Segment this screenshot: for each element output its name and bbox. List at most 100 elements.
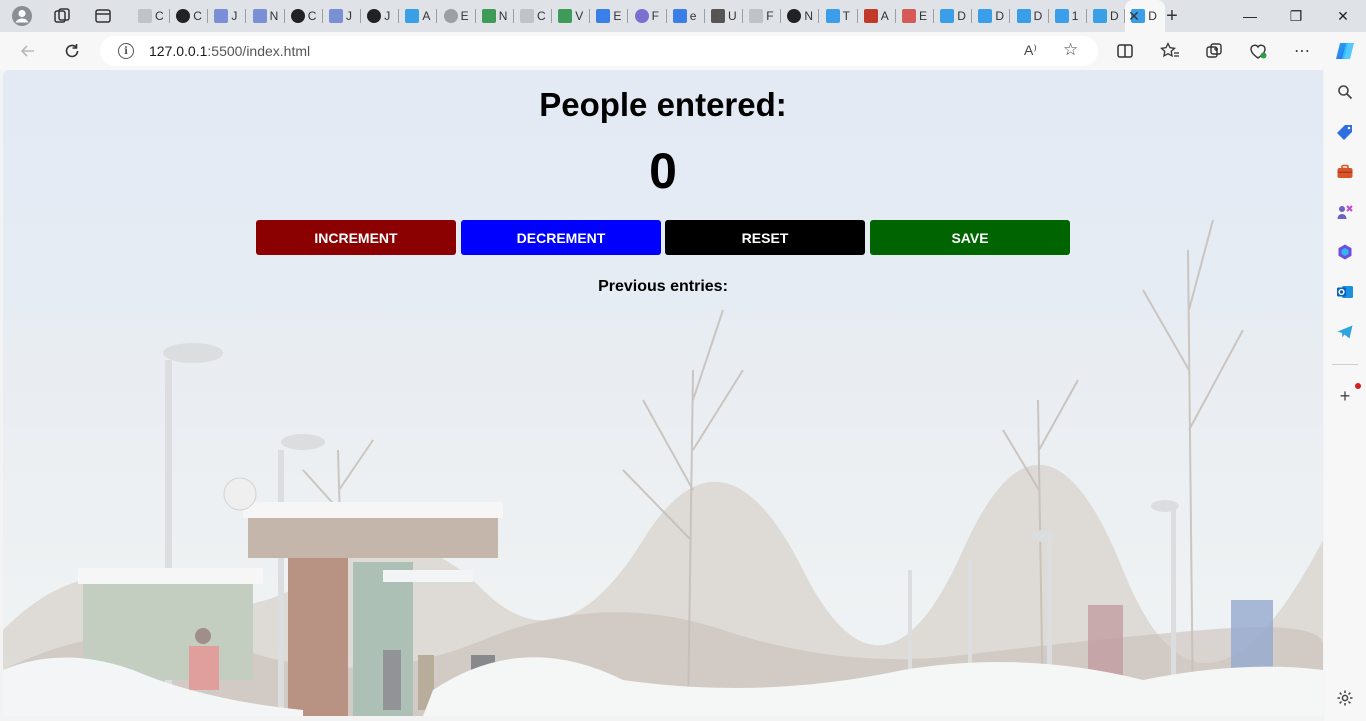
github-icon	[176, 9, 191, 23]
browser-tab-label: C	[193, 9, 202, 23]
read-aloud-icon[interactable]: A⁾	[1024, 42, 1037, 59]
medium-icon	[711, 9, 725, 23]
browser-tab[interactable]: D	[972, 0, 1011, 32]
browser-tab-label: N	[804, 9, 814, 23]
favorites-icon[interactable]	[1159, 40, 1181, 62]
browser-tab[interactable]: V	[552, 0, 591, 32]
close-tab-icon[interactable]: ✕	[1126, 8, 1142, 24]
browser-tab[interactable]: 1	[1049, 0, 1087, 32]
site-info-icon[interactable]: i	[118, 43, 134, 59]
close-window-icon[interactable]: ✕	[1333, 6, 1353, 26]
decrement-button[interactable]: DECREMENT	[461, 220, 661, 255]
flutter-icon	[978, 9, 993, 23]
browser-tab-label: F	[651, 9, 659, 23]
file-icon	[520, 9, 534, 23]
more-options-icon[interactable]: ⋯	[1291, 40, 1313, 62]
telegram-icon[interactable]	[1335, 322, 1355, 342]
tools-briefcase-icon[interactable]	[1335, 162, 1355, 182]
tab-actions-icon[interactable]	[92, 5, 114, 27]
browser-tab[interactable]: A	[858, 0, 896, 32]
browser-tab[interactable]: N	[247, 0, 285, 32]
browser-tab[interactable]: E	[896, 0, 934, 32]
browser-tab-label: D	[1148, 9, 1157, 23]
sheet-icon	[558, 9, 573, 23]
increment-button[interactable]: INCREMENT	[256, 220, 456, 255]
browser-tab-label: D	[995, 9, 1005, 23]
minimize-icon[interactable]: —	[1240, 6, 1260, 26]
address-bar[interactable]: i 127.0.0.1:5500/index.html A⁾ ☆	[100, 36, 1098, 66]
browser-essentials-icon[interactable]	[1247, 40, 1269, 62]
restore-icon[interactable]: ❐	[1286, 6, 1306, 26]
browser-tab-label: J	[346, 9, 352, 23]
browser-tab[interactable]: D	[1087, 0, 1125, 32]
add-app-icon[interactable]: +	[1335, 386, 1355, 406]
refresh-icon[interactable]	[61, 40, 83, 62]
browser-tab[interactable]: F	[743, 0, 782, 32]
browser-tab[interactable]: C	[170, 0, 209, 32]
browser-tab-label: E	[613, 9, 622, 23]
outlook-icon[interactable]	[1335, 282, 1355, 302]
browser-tab[interactable]: E	[590, 0, 629, 32]
browser-tab[interactable]: C	[514, 0, 552, 32]
browser-tab-label: U	[728, 9, 737, 23]
flutter-icon	[940, 9, 955, 23]
split-screen-icon[interactable]	[1114, 40, 1136, 62]
sidebar-divider	[1332, 364, 1358, 365]
microsoft-365-icon[interactable]	[1335, 242, 1355, 262]
browser-tab[interactable]: D	[1011, 0, 1049, 32]
flutter-icon	[405, 9, 420, 23]
browser-tab[interactable]: N	[476, 0, 514, 32]
github-icon	[367, 9, 382, 23]
browser-tab[interactable]: J	[323, 0, 361, 32]
flutter-icon	[825, 9, 840, 23]
url-path: :5500/index.html	[207, 43, 311, 59]
browser-tab-label: D	[1033, 9, 1043, 23]
collections-icon[interactable]	[1203, 40, 1225, 62]
shopping-tag-icon[interactable]	[1335, 122, 1355, 142]
profile-icon[interactable]	[11, 5, 33, 27]
browser-tab[interactable]: J	[361, 0, 400, 32]
browser-tab[interactable]: U	[705, 0, 743, 32]
red-icon	[863, 9, 878, 23]
browser-tab[interactable]: N	[781, 0, 820, 32]
search-icon[interactable]	[1335, 82, 1355, 102]
new-tab-icon[interactable]: +	[1160, 4, 1184, 28]
search-icon	[672, 9, 687, 23]
browser-tab-label: e	[689, 9, 697, 23]
browser-tab[interactable]: E	[438, 0, 476, 32]
browser-tab[interactable]: T	[820, 0, 858, 32]
browser-tab[interactable]: A	[399, 0, 438, 32]
browser-tab-label: A	[422, 9, 431, 23]
sheet-icon	[481, 9, 496, 23]
sidebar-settings-icon[interactable]	[1335, 688, 1355, 708]
docs-icon	[252, 9, 267, 23]
browser-tab-label: 1	[1071, 9, 1079, 23]
browser-tab-label: F	[766, 9, 774, 23]
browser-tab[interactable]: J	[208, 0, 247, 32]
tab-strip: C C J N C J J A E N C V E Fe U F N T A E D D D 1 D D ✕ + — ❐ ✕	[0, 0, 1366, 32]
circle-icon	[634, 9, 649, 23]
browser-tab[interactable]: C	[132, 0, 170, 32]
workspaces-icon[interactable]	[51, 5, 73, 27]
browser-tab[interactable]: D	[934, 0, 973, 32]
browser-tab[interactable]: e	[667, 0, 705, 32]
browser-tab-label: N	[269, 9, 279, 23]
notification-dot	[1355, 383, 1361, 389]
browser-tab-label: E	[919, 9, 928, 23]
browser-tab-label: D	[957, 9, 966, 23]
copilot-icon[interactable]	[1333, 39, 1357, 63]
browser-tab[interactable]: F	[629, 0, 667, 32]
people-count: 0	[649, 143, 677, 199]
back-icon[interactable]	[17, 40, 39, 62]
save-button[interactable]: SAVE	[870, 220, 1070, 255]
browser-tab-label: E	[460, 9, 469, 23]
github-icon	[787, 9, 802, 23]
reset-button[interactable]: RESET	[665, 220, 865, 255]
url-text[interactable]: 127.0.0.1:5500/index.html	[149, 43, 310, 59]
page-viewport: People entered: 0 INCREMENT DECREMENT RE…	[3, 70, 1323, 716]
games-icon[interactable]	[1335, 202, 1355, 222]
browser-tab[interactable]: C	[285, 0, 323, 32]
search-icon	[596, 9, 611, 23]
browser-tab-label: J	[384, 9, 391, 23]
favorite-star-icon[interactable]: ☆	[1063, 40, 1078, 60]
